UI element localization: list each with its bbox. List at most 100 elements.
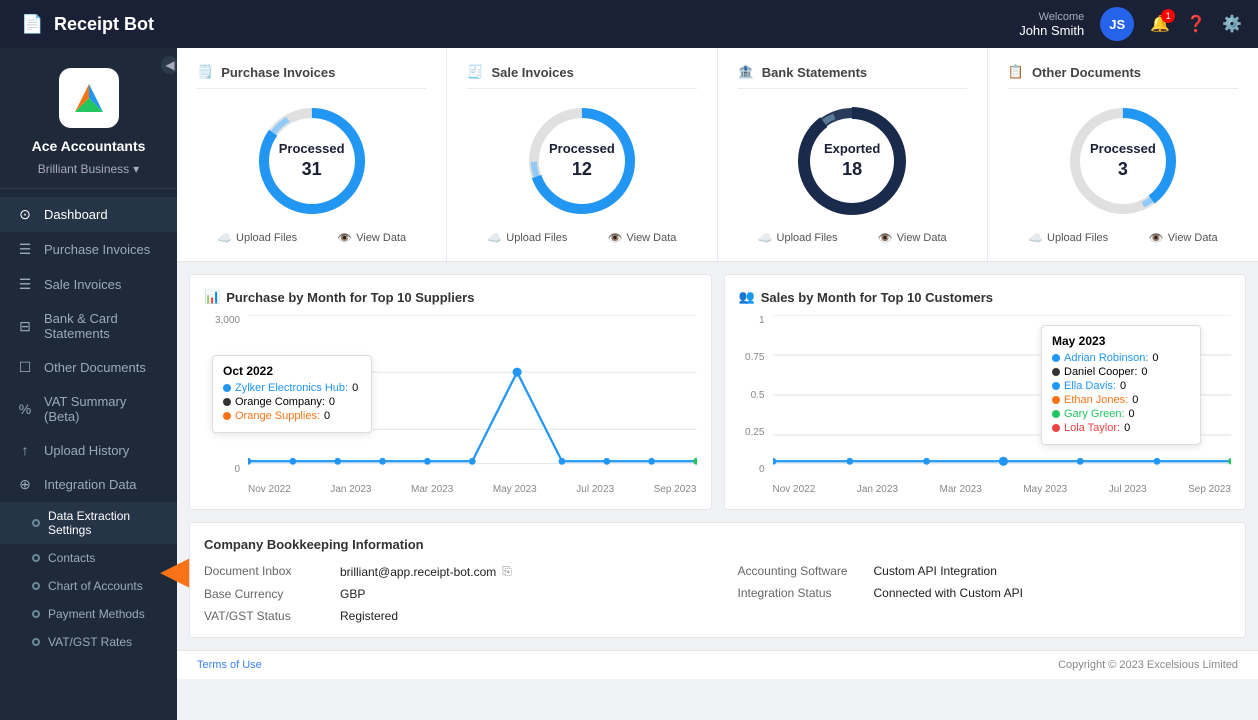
sidebar-item-sale-invoices[interactable]: ☰ Sale Invoices [0, 267, 177, 302]
stat-card-header: 📋 Other Documents [1008, 64, 1238, 89]
tooltip-dot [1052, 410, 1060, 418]
stats-row: 🗒️ Purchase Invoices Processed 31 [177, 48, 1258, 262]
footer: Terms of Use Copyright © 2023 Excelsious… [177, 650, 1258, 679]
upload-icon: ☁️ [758, 231, 773, 245]
sidebar-item-vat-summary[interactable]: % VAT Summary (Beta) [0, 385, 177, 433]
sidebar-subitem-payment-methods[interactable]: Payment Methods [0, 600, 177, 628]
sidebar-item-label: Integration Data [44, 477, 137, 492]
other-docs-stat-icon: 📋 [1008, 64, 1024, 80]
donut-container: Processed 12 [467, 101, 696, 221]
sales-chart-tooltip: May 2023 Adrian Robinson: 0 Daniel Coope… [1041, 325, 1201, 445]
donut-count: 18 [824, 158, 880, 181]
sidebar-item-dashboard[interactable]: ⊙ Dashboard [0, 197, 177, 232]
circle-icon [32, 519, 40, 527]
sidebar-subitem-contacts[interactable]: Contacts [0, 544, 177, 572]
field-label: Integration Status [738, 586, 858, 600]
x-label: Nov 2022 [773, 484, 816, 495]
topnav: 📄 Receipt Bot Welcome John Smith JS 🔔 1 … [0, 0, 1258, 48]
vat-icon: % [16, 401, 34, 417]
info-row-currency: Base Currency GBP [204, 587, 698, 601]
sidebar-item-label: VAT Summary (Beta) [44, 394, 161, 424]
stat-card-other-documents: 📋 Other Documents Processed 3 [988, 48, 1258, 261]
upload-icon: ☁️ [217, 231, 232, 245]
x-label: Jan 2023 [857, 484, 898, 495]
tooltip-value: 0 [1124, 422, 1130, 434]
help-icon[interactable]: ❓ [1186, 14, 1206, 34]
stat-card-title: Other Documents [1032, 65, 1141, 80]
sidebar-logo [59, 68, 119, 128]
copy-icon[interactable]: ⎘ [502, 564, 512, 579]
x-label: Mar 2023 [411, 484, 453, 495]
sidebar-subitem-chart-of-accounts[interactable]: Chart of Accounts [0, 572, 177, 600]
chart-bar-icon: 📊 [204, 289, 220, 305]
sidebar-item-integration-data[interactable]: ⊕ Integration Data [0, 467, 177, 502]
tooltip-label: Ethan Jones: [1064, 394, 1128, 406]
upload-files-action[interactable]: ☁️ Upload Files [1028, 231, 1108, 245]
donut-status: Processed [279, 141, 345, 156]
donut-count: 12 [549, 158, 615, 181]
tooltip-label: Orange Supplies: [235, 410, 320, 422]
sidebar-item-purchase-invoices[interactable]: ☰ Purchase Invoices [0, 232, 177, 267]
upload-label: Upload Files [777, 232, 838, 244]
field-label: Document Inbox [204, 564, 324, 579]
stat-card-purchase-invoices: 🗒️ Purchase Invoices Processed 31 [177, 48, 447, 261]
tooltip-item: Orange Company: 0 [223, 396, 361, 408]
bookkeeping-title: Company Bookkeeping Information [204, 537, 1231, 552]
view-data-action[interactable]: 👁️ View Data [337, 231, 406, 245]
sidebar-item-other-documents[interactable]: ☐ Other Documents [0, 350, 177, 385]
tooltip-item: Ethan Jones: 0 [1052, 394, 1190, 406]
settings-icon[interactable]: ⚙️ [1222, 14, 1242, 34]
stat-card-title: Sale Invoices [491, 65, 573, 80]
purchase-chart-tooltip: Oct 2022 Zylker Electronics Hub: 0 Orang… [212, 355, 372, 433]
donut-status: Processed [1090, 141, 1156, 156]
topnav-right: Welcome John Smith JS 🔔 1 ❓ ⚙️ [1019, 7, 1242, 41]
view-data-action[interactable]: 👁️ View Data [1149, 231, 1218, 245]
dashboard-icon: ⊙ [16, 206, 34, 223]
tooltip-date: Oct 2022 [223, 364, 361, 378]
tooltip-dot [223, 398, 231, 406]
charts-row: 📊 Purchase by Month for Top 10 Suppliers… [177, 262, 1258, 522]
sidebar-subitem-vat-rates[interactable]: VAT/GST Rates [0, 628, 177, 656]
tooltip-dot [1052, 382, 1060, 390]
upload-files-action[interactable]: ☁️ Upload Files [217, 231, 297, 245]
donut-count: 3 [1090, 158, 1156, 181]
view-data-action[interactable]: 👁️ View Data [878, 231, 947, 245]
tooltip-item: Ella Davis: 0 [1052, 380, 1190, 392]
bank-stat-icon: 🏦 [738, 64, 754, 80]
tooltip-label: Daniel Cooper: [1064, 366, 1137, 378]
upload-files-action[interactable]: ☁️ Upload Files [758, 231, 838, 245]
terms-of-use-link[interactable]: Terms of Use [197, 659, 262, 671]
y-label: 0.5 [739, 390, 765, 401]
circle-icon [32, 610, 40, 618]
sales-chart-area: 1 0.75 0.5 0.25 0 [739, 315, 1232, 495]
view-data-action[interactable]: 👁️ View Data [608, 231, 677, 245]
sidebar-item-bank-statements[interactable]: ⊟ Bank & Card Statements [0, 302, 177, 350]
y-label: 1 [739, 315, 765, 326]
client-selector[interactable]: Brilliant Business ▾ [38, 162, 139, 176]
sidebar-item-label: Purchase Invoices [44, 242, 150, 257]
upload-files-action[interactable]: ☁️ Upload Files [487, 231, 567, 245]
notification-bell[interactable]: 🔔 1 [1150, 14, 1170, 34]
info-row-vat: VAT/GST Status Registered [204, 609, 698, 623]
field-label: VAT/GST Status [204, 609, 324, 623]
sidebar-item-upload-history[interactable]: ↑ Upload History [0, 433, 177, 467]
view-icon: 👁️ [1149, 231, 1164, 245]
info-row-integration: Integration Status Connected with Custom… [738, 586, 1232, 600]
sidebar-subitem-data-extraction[interactable]: Data Extraction Settings [0, 502, 177, 544]
sidebar-subitem-label: Data Extraction Settings [48, 509, 161, 537]
purchase-invoices-stat-icon: 🗒️ [197, 64, 213, 80]
sidebar-collapse-button[interactable]: ◀ [161, 56, 177, 74]
field-value: brilliant@app.receipt-bot.com ⎘ [340, 564, 512, 579]
tooltip-dot [1052, 368, 1060, 376]
tooltip-item: Zylker Electronics Hub: 0 [223, 382, 361, 394]
welcome-label: Welcome [1019, 11, 1084, 23]
tooltip-item: Daniel Cooper: 0 [1052, 366, 1190, 378]
stat-card-header: 🗒️ Purchase Invoices [197, 64, 426, 89]
donut-count: 31 [279, 158, 345, 181]
donut-status: Exported [824, 141, 880, 156]
donut-wrap: Processed 12 [522, 101, 642, 221]
bookkeeping-left: Document Inbox brilliant@app.receipt-bot… [204, 564, 698, 623]
view-label: View Data [626, 232, 676, 244]
bookkeeping-right: Accounting Software Custom API Integrati… [738, 564, 1232, 623]
stat-actions: ☁️ Upload Files 👁️ View Data [467, 231, 696, 245]
